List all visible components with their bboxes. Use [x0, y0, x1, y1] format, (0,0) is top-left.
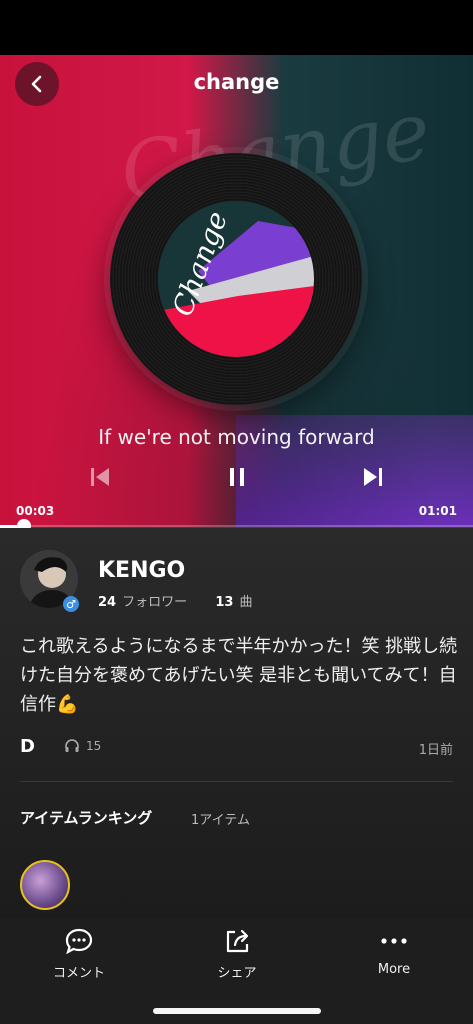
previous-button[interactable] — [86, 462, 114, 492]
play-count: 15 — [86, 739, 102, 753]
more-icon — [381, 938, 407, 944]
more-button[interactable]: More — [334, 926, 454, 977]
headphones-icon — [64, 738, 80, 757]
songs-label[interactable]: 曲 — [239, 595, 252, 610]
comment-button[interactable]: コメント — [19, 926, 139, 981]
pause-icon — [230, 468, 244, 486]
more-label: More — [377, 962, 411, 977]
status-bar — [0, 0, 473, 55]
next-button[interactable] — [358, 462, 388, 492]
songs-count: 13 — [215, 595, 234, 610]
posted-time: 1日前 — [418, 743, 453, 758]
share-icon — [226, 929, 249, 953]
comment-icon — [65, 928, 93, 955]
home-indicator — [153, 1008, 321, 1014]
badge-d-icon: D — [20, 736, 35, 757]
skip-previous-icon — [91, 468, 109, 486]
post-text: これ歌えるようになるまで半年かかった！笑 挑戦し続けた自分を褒めてあげたい笑 是… — [20, 636, 458, 715]
share-label: シェア — [217, 966, 257, 981]
total-time: 01:01 — [418, 504, 457, 518]
skip-next-icon — [364, 468, 382, 486]
male-icon: ♂ — [63, 596, 79, 612]
ranking-count: 1アイテム — [191, 813, 250, 828]
ranking-avatar[interactable] — [20, 860, 70, 910]
ranking-title: アイテムランキング — [20, 809, 153, 827]
song-title: change — [193, 70, 280, 94]
current-time: 00:03 — [16, 504, 55, 518]
followers-label[interactable]: フォロワー — [122, 595, 187, 610]
user-stats: 24 フォロワー 13 曲 — [98, 591, 253, 610]
lyric-line: If we're not moving forward — [98, 425, 375, 449]
share-button[interactable]: シェア — [177, 926, 297, 981]
vinyl-record: Change — [110, 153, 362, 405]
pause-button[interactable] — [222, 462, 252, 492]
user-name[interactable]: KENGO — [98, 558, 185, 583]
comment-label: コメント — [52, 966, 105, 981]
album-cover: Change — [158, 201, 314, 357]
divider — [20, 781, 453, 782]
followers-count: 24 — [98, 595, 117, 610]
post-meta: D 15 1日前 — [20, 736, 453, 758]
